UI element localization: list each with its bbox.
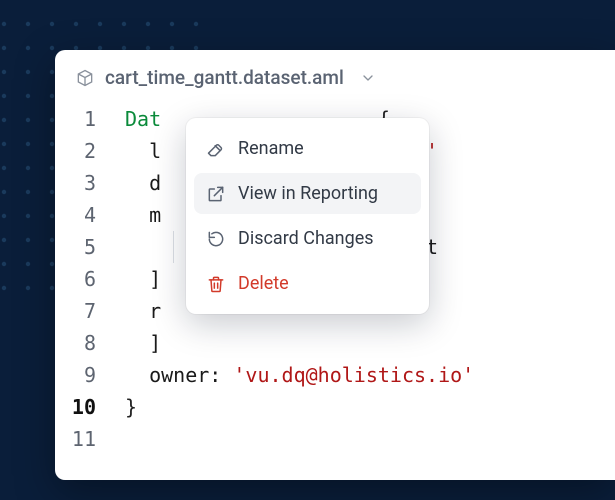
chevron-down-icon[interactable] <box>360 70 376 86</box>
code-token: l <box>125 139 161 163</box>
line-number: 8 <box>55 327 96 359</box>
line-number: 2 <box>55 135 96 167</box>
line-number: 6 <box>55 263 96 295</box>
file-context-menu: Rename View in Reporting Discard Changes… <box>186 118 429 314</box>
menu-item-rename[interactable]: Rename <box>194 128 421 169</box>
line-number: 4 <box>55 199 96 231</box>
menu-item-label: Delete <box>238 273 289 294</box>
line-number-gutter: 1 2 3 4 5 6 7 8 9 10 11 <box>55 103 111 480</box>
menu-item-view-reporting[interactable]: View in Reporting <box>194 173 421 214</box>
code-token: m <box>125 203 161 227</box>
undo-icon <box>206 229 226 249</box>
code-token: r <box>125 299 161 323</box>
line-number: 5 <box>55 231 96 263</box>
code-token: 'vu.dq@holistics.io' <box>233 363 474 387</box>
code-token: Dat <box>125 107 161 131</box>
file-name: cart_time_gantt.dataset.aml <box>105 66 344 89</box>
menu-item-discard[interactable]: Discard Changes <box>194 218 421 259</box>
line-number: 11 <box>55 423 96 455</box>
line-number: 10 <box>55 391 96 423</box>
external-link-icon <box>206 184 226 204</box>
code-token: owner: <box>125 363 233 387</box>
menu-item-label: View in Reporting <box>238 183 378 204</box>
line-number: 9 <box>55 359 96 391</box>
code-token: ] <box>125 331 161 355</box>
code-token: ] <box>125 267 161 291</box>
line-number: 3 <box>55 167 96 199</box>
trash-icon <box>206 274 226 294</box>
menu-item-label: Discard Changes <box>238 228 374 249</box>
dataset-icon <box>75 68 95 88</box>
code-token: d <box>125 171 161 195</box>
line-number: 1 <box>55 103 96 135</box>
file-header[interactable]: cart_time_gantt.dataset.aml <box>55 50 615 103</box>
code-token: } <box>125 395 137 419</box>
menu-item-delete[interactable]: Delete <box>194 263 421 304</box>
eraser-icon <box>206 139 226 159</box>
menu-item-label: Rename <box>238 138 304 159</box>
code-token <box>125 235 173 259</box>
line-number: 7 <box>55 295 96 327</box>
